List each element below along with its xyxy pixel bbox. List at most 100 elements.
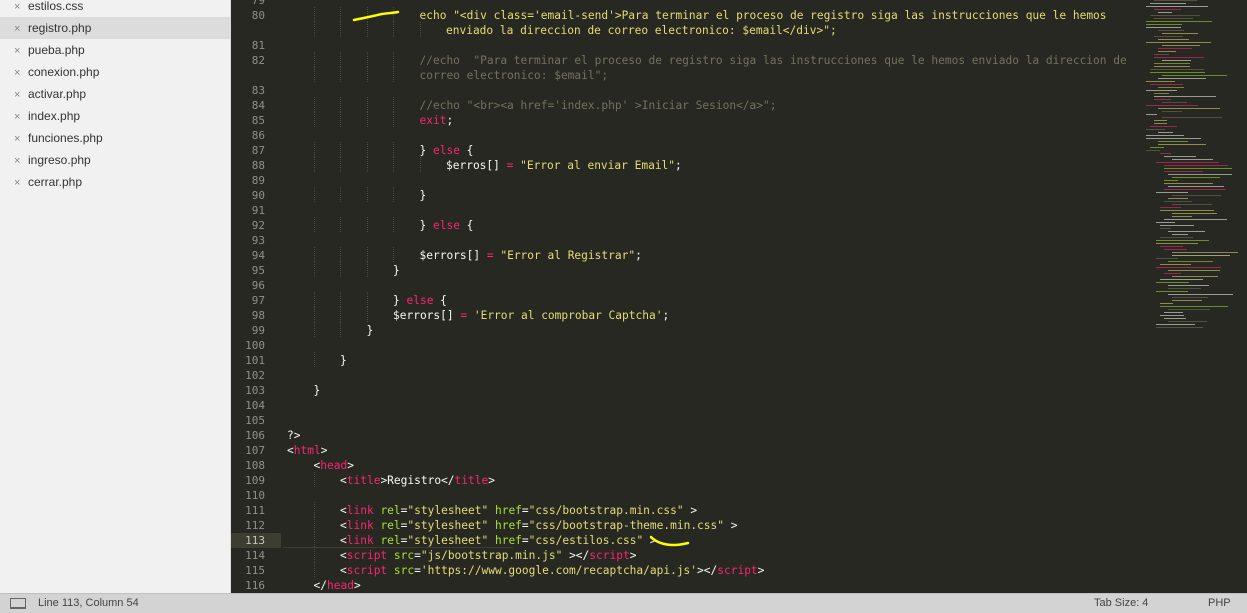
code-line[interactable]: <link rel="stylesheet" href="css/bootstr… <box>340 518 737 533</box>
file-name: ingreso.php <box>28 153 91 167</box>
sidebar-file-item[interactable]: × ingreso.php <box>0 149 231 171</box>
minimap-line <box>1150 84 1183 85</box>
code-line[interactable]: <script src="js/bootstrap.min.js" ></scr… <box>340 548 636 563</box>
code-token: ; <box>662 309 670 322</box>
code-line[interactable]: exit; <box>420 113 454 128</box>
code-area[interactable]: echo "<div class='email-send'>Para termi… <box>231 0 1247 593</box>
tab-size-selector[interactable]: Tab Size: 4 <box>1094 597 1148 609</box>
status-bar: Line 113, Column 54 Tab Size: 4 PHP <box>0 593 1247 613</box>
minimap-line <box>1146 114 1157 115</box>
minimap-line <box>1164 219 1227 220</box>
close-icon[interactable]: × <box>14 172 23 194</box>
code-token: link <box>346 504 381 517</box>
sidebar-file-item[interactable]: × funciones.php <box>0 127 231 149</box>
indent-guide <box>340 7 341 22</box>
code-line[interactable]: } <box>420 188 427 203</box>
close-icon[interactable]: × <box>14 0 23 18</box>
minimap-line <box>1160 315 1184 316</box>
code-line[interactable]: } <box>393 263 400 278</box>
code-line[interactable]: enviado la direccion de correo electroni… <box>446 23 837 38</box>
code-token: $email <box>742 24 783 37</box>
sidebar-file-item[interactable]: × activar.php <box>0 83 231 105</box>
code-token: "stylesheet" <box>407 534 495 547</box>
code-token: { <box>433 294 447 307</box>
code-line[interactable]: $errors[] = "Error al Registrar"; <box>420 248 642 263</box>
close-icon[interactable]: × <box>14 128 23 150</box>
sidebar-file-item[interactable]: × cerrar.php <box>0 171 231 193</box>
code-line[interactable]: $errors[] = 'Error al comprobar Captcha'… <box>393 308 669 323</box>
sidebar-file-item[interactable]: × pueba.php <box>0 39 231 61</box>
code-token: > <box>488 474 495 487</box>
code-line[interactable]: } else { <box>420 218 474 233</box>
code-token: } <box>393 264 400 277</box>
yellow-annotation-mark <box>352 10 400 22</box>
sidebar-file-item[interactable]: × registro.php <box>0 17 231 39</box>
code-line[interactable]: <head> <box>314 458 354 473</box>
code-line[interactable]: ?> <box>287 428 300 443</box>
close-icon[interactable]: × <box>14 62 23 84</box>
minimap-line <box>1146 81 1175 82</box>
close-icon[interactable]: × <box>14 150 23 172</box>
indent-guide <box>313 247 315 262</box>
code-line[interactable]: <link rel="stylesheet" href="css/estilos… <box>340 533 657 548</box>
code-line[interactable]: <title>Registro</title> <box>340 473 495 488</box>
close-icon[interactable]: × <box>14 84 23 106</box>
indent-guide <box>313 97 315 112</box>
syntax-selector[interactable]: PHP <box>1208 597 1231 609</box>
close-icon[interactable]: × <box>14 106 23 128</box>
code-token: "css/bootstrap.min.css" <box>528 504 684 517</box>
close-icon[interactable]: × <box>14 18 23 40</box>
minimap-line <box>1164 156 1196 157</box>
code-line[interactable]: <html> <box>287 443 327 458</box>
minimap-line <box>1154 36 1183 37</box>
code-token: rel <box>380 519 401 532</box>
console-icon[interactable] <box>10 598 26 609</box>
code-line[interactable]: } <box>314 383 321 398</box>
code-line[interactable]: $erros[] = "Error al enviar Email"; <box>446 158 682 173</box>
code-line[interactable]: <script src='https://www.google.com/reca… <box>340 563 764 578</box>
code-editor[interactable]: 79 80 81 82 83 84 85 86 87 88 89 90 91 92 93 94 95 96 97 98… <box>231 0 1247 593</box>
code-token: > <box>320 444 328 457</box>
close-icon[interactable]: × <box>14 40 23 62</box>
code-line[interactable]: } <box>367 323 374 338</box>
indent-guide <box>313 472 315 487</box>
code-line[interactable]: <link rel="stylesheet" href="css/bootstr… <box>340 503 697 518</box>
code-line[interactable]: //echo "Para terminar el proceso de regi… <box>420 53 1127 68</box>
minimap-line <box>1160 225 1194 226</box>
minimap-line <box>1156 222 1175 223</box>
indent-guide <box>393 112 394 127</box>
code-token: </ <box>313 579 327 592</box>
code-token: < <box>287 444 294 457</box>
sidebar-file-item[interactable]: × conexion.php <box>0 61 231 83</box>
minimap-line <box>1160 207 1181 208</box>
code-token: head <box>326 579 354 592</box>
indent-guide <box>313 52 315 67</box>
code-line[interactable]: } else { <box>393 293 447 308</box>
code-token: script <box>346 549 394 562</box>
code-token: //echo "<br><a href='index.php' >Iniciar… <box>419 99 777 112</box>
code-line[interactable]: } <box>340 353 347 368</box>
minimap-line <box>1168 321 1207 322</box>
minimap-line <box>1156 192 1188 193</box>
code-line[interactable]: </head> <box>314 578 361 593</box>
minimap-line <box>1154 93 1169 94</box>
code-line[interactable]: } else { <box>420 143 474 158</box>
code-token: = <box>521 519 529 532</box>
indent-guide <box>366 187 368 202</box>
cursor-position: Line 113, Column 54 <box>38 597 139 609</box>
minimap-line <box>1156 267 1221 268</box>
minimap-line <box>1168 231 1205 232</box>
code-line[interactable]: correo electronico: $email"; <box>420 68 609 83</box>
indent-guide <box>340 112 341 127</box>
sidebar-file-item[interactable]: × index.php <box>0 105 231 127</box>
code-line[interactable]: //echo "<br><a href='index.php' >Iniciar… <box>420 98 777 113</box>
indent-guide <box>393 157 394 172</box>
sidebar-file-item[interactable]: × estilos.css <box>0 0 231 17</box>
code-line[interactable]: echo "<div class='email-send'>Para termi… <box>420 8 1107 23</box>
indent-guide <box>340 247 341 262</box>
code-token: src <box>393 564 415 577</box>
code-token: } <box>419 219 433 232</box>
code-token: echo <box>419 9 454 22</box>
minimap[interactable] <box>1141 0 1247 340</box>
indent-guide <box>340 262 341 277</box>
